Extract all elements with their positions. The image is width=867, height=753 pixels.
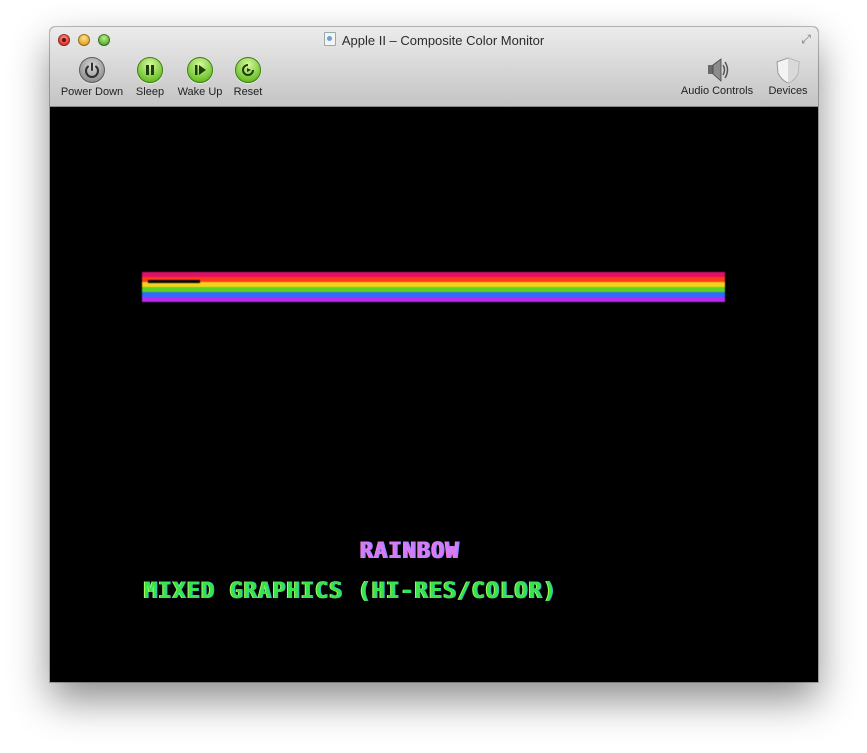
screen-subtitle-text: MIXED GRAPHICS (HI-RES/COLOR) (144, 579, 558, 604)
devices-button[interactable]: Devices (764, 55, 812, 97)
sleep-label: Sleep (135, 86, 165, 98)
pause-icon (137, 57, 163, 83)
rainbow-graphic (142, 272, 725, 302)
reset-icon (235, 57, 261, 83)
emulator-window: Apple II – Composite Color Monitor ⤢ Pow… (50, 27, 818, 682)
rainbow-glitch-bar (148, 280, 200, 283)
document-icon (323, 32, 336, 46)
audio-controls-label: Audio Controls (680, 85, 754, 97)
power-down-label: Power Down (60, 86, 124, 98)
titlebar-toolbar: Apple II – Composite Color Monitor ⤢ Pow… (50, 27, 818, 107)
screen-title-text: RAINBOW (360, 539, 460, 564)
power-down-button[interactable]: Power Down (56, 57, 128, 98)
reset-label: Reset (233, 86, 263, 98)
window-title: Apple II – Composite Color Monitor (50, 32, 818, 48)
emulator-screen[interactable]: RAINBOW MIXED GRAPHICS (HI-RES/COLOR) (50, 107, 818, 682)
wake-up-button[interactable]: Wake Up (174, 57, 226, 98)
fullscreen-icon[interactable]: ⤢ (799, 32, 813, 46)
rainbow-stripe (142, 297, 725, 302)
shield-icon (773, 55, 803, 84)
power-icon (79, 57, 105, 83)
speaker-icon (702, 55, 732, 83)
reset-button[interactable]: Reset (230, 57, 266, 98)
audio-controls-button[interactable]: Audio Controls (674, 55, 760, 97)
window-title-text: Apple II – Composite Color Monitor (341, 33, 545, 48)
devices-label: Devices (768, 85, 808, 97)
sleep-button[interactable]: Sleep (132, 57, 168, 98)
play-icon (187, 57, 213, 83)
wake-up-label: Wake Up (177, 86, 223, 98)
